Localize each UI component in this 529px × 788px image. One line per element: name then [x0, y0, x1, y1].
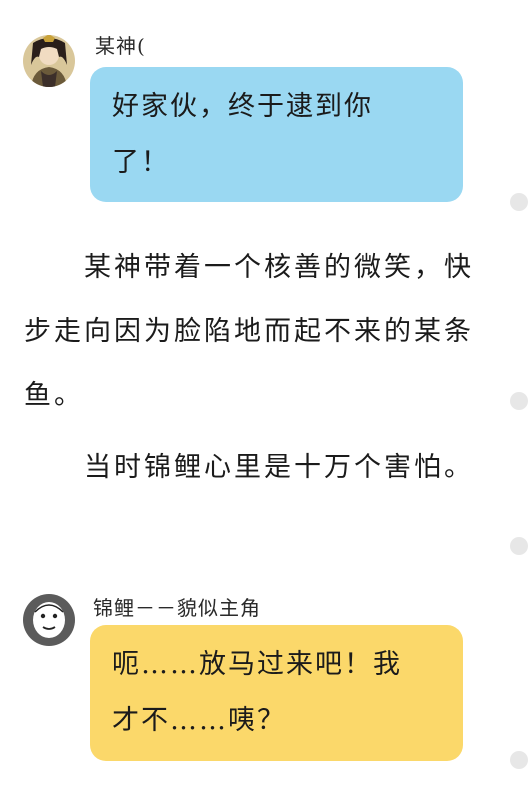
- avatar-jin-li[interactable]: [23, 594, 75, 646]
- narration-paragraph: 某神带着一个核善的微笑，快步走向因为脸陷地而起不来的某条鱼。: [24, 252, 474, 411]
- message-text: 好家伙，终于逮到你了！: [112, 91, 373, 178]
- comment-dot-icon[interactable]: [510, 751, 528, 769]
- speaker-name: 锦鲤－－貌似主角: [93, 596, 261, 620]
- cartoon-face-icon: [23, 594, 75, 646]
- narration-paragraph: 当时锦鲤心里是十万个害怕。: [84, 452, 474, 483]
- comment-dot-icon[interactable]: [510, 193, 528, 211]
- character-portrait-icon: [23, 35, 75, 87]
- message-bubble[interactable]: 呃……放马过来吧！我才不……咦？: [90, 625, 463, 761]
- avatar-mou-shen[interactable]: [23, 35, 75, 87]
- comment-dot-icon[interactable]: [510, 537, 528, 555]
- speaker-name: 某神(: [95, 34, 146, 58]
- comment-dot-icon[interactable]: [510, 392, 528, 410]
- message-text: 呃……放马过来吧！我才不……咦？: [112, 649, 402, 736]
- message-bubble[interactable]: 好家伙，终于逮到你了！: [90, 67, 463, 202]
